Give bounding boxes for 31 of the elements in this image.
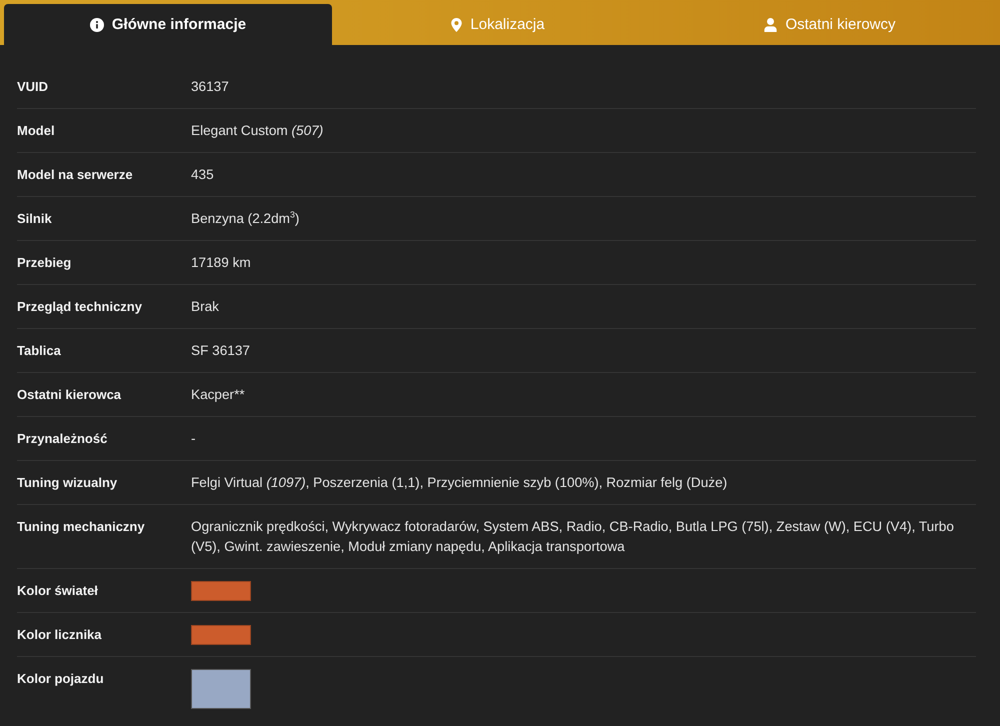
tab[interactable]: Ostatni kierowcy <box>664 4 996 45</box>
field-value: - <box>191 430 196 448</box>
map-pin-icon <box>451 18 462 32</box>
tab[interactable]: Główne informacje <box>4 4 332 45</box>
field-value: Benzyna (2.2dm$^{3}$) <box>191 209 300 228</box>
field-label: Ostatni kierowca <box>17 386 122 404</box>
field-label: Kolor licznika <box>17 626 103 644</box>
field-label: Silnik <box>17 210 53 228</box>
field-value: Brak <box>191 298 219 316</box>
tab[interactable]: Lokalizacja <box>332 4 664 45</box>
field-label: Model <box>17 122 56 140</box>
field-value: SF 36137 <box>191 342 250 360</box>
field-label: Przebieg <box>17 254 72 272</box>
field-label: Przegląd techniczny <box>17 298 143 316</box>
field-label: Kolor pojazdu <box>17 670 105 688</box>
field-value: Elegant Custom (507) <box>191 122 324 140</box>
info-icon <box>90 18 104 32</box>
field-value: 17189 km <box>191 254 251 272</box>
field-value: Felgi Virtual (1097), Poszerzenia (1,1), Przyciemnienie szyb (100%), Rozmiar felg (Duże) <box>191 474 728 492</box>
field-value: 435 <box>191 166 214 184</box>
person-icon <box>764 18 778 32</box>
field-label: Model na serwerze <box>17 166 134 184</box>
field-label: Tablica <box>17 342 62 360</box>
field-value: Kacper** <box>191 386 245 404</box>
field-label: VUID <box>17 78 50 96</box>
field-label: Tuning wizualny <box>17 474 118 492</box>
field-value: Ogranicznik prędkości, Wykrywacz fotoradarów, System ABS, Radio, CB-Radio, Butla LPG (75l), Zestaw (W), ECU (V4), Turbo (V5), Gwint. zawieszenie, Moduł zmiany napędu, Aplikacja transportowa <box>191 518 955 556</box>
field-label: Przynależność <box>17 430 108 448</box>
field-label: Tuning mechaniczny <box>17 518 146 536</box>
field-label: Kolor świateł <box>17 582 99 600</box>
field-value: 36137 <box>191 78 229 96</box>
